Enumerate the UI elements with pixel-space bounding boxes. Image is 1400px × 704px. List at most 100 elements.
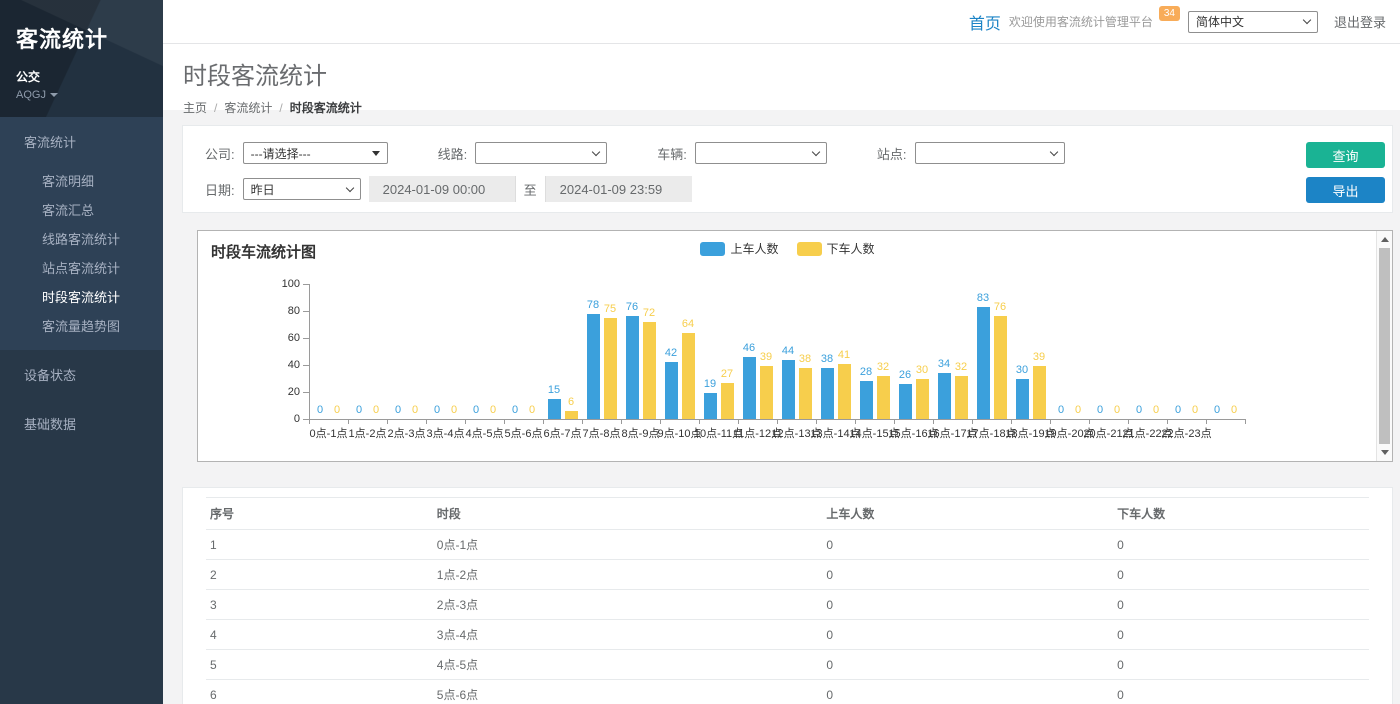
sidebar-item-基础数据[interactable]: 基础数据	[0, 399, 163, 448]
scroll-up-arrow[interactable]	[1377, 232, 1392, 247]
sidebar-subitem-线路客流统计[interactable]: 线路客流统计	[0, 224, 163, 253]
x-tick	[543, 419, 544, 424]
table-cell: 2点-3点	[433, 590, 823, 620]
bar-value-label: 0	[434, 404, 440, 416]
x-tick	[387, 419, 388, 424]
bar-value-label: 0	[356, 404, 362, 416]
sidebar-subitem-客流明细[interactable]: 客流明细	[0, 166, 163, 195]
chart-bar-上车人数	[587, 314, 600, 419]
table-cell: 0	[1113, 620, 1369, 650]
chart-bar-上车人数	[548, 399, 561, 419]
bar-value-label: 64	[682, 318, 694, 330]
y-tick	[303, 338, 309, 339]
y-tick	[303, 392, 309, 393]
table-cell: 0	[822, 680, 1113, 704]
x-tick	[972, 419, 973, 424]
x-tick-label: 2点-3点	[388, 425, 426, 441]
chart-bar-下车人数	[799, 368, 812, 419]
chart-bar-上车人数	[977, 307, 990, 419]
bar-value-label: 15	[548, 384, 560, 396]
legend-item[interactable]: 上车人数	[700, 240, 778, 257]
x-tick	[465, 419, 466, 424]
breadcrumb-section[interactable]: 客流统计	[224, 101, 272, 115]
sidebar-item-客流统计[interactable]: 客流统计	[0, 117, 163, 166]
y-tick-label: 100	[270, 278, 300, 290]
chevron-down-icon	[345, 183, 353, 191]
breadcrumb-current: 时段客流统计	[290, 101, 362, 115]
search-button[interactable]: 查询	[1306, 142, 1385, 168]
table-cell: 4点-5点	[433, 650, 823, 680]
x-tick-label: 5点-6点	[505, 425, 543, 441]
table-cell: 0	[1113, 560, 1369, 590]
station-select[interactable]	[915, 142, 1065, 164]
table-cell: 3	[206, 590, 433, 620]
chart-scrollbar[interactable]	[1376, 231, 1392, 461]
chart-bar-上车人数	[782, 360, 795, 419]
notification-badge: 34	[1159, 6, 1180, 21]
bar-value-label: 0	[1231, 404, 1237, 416]
sidebar-subitem-时段客流统计[interactable]: 时段客流统计	[0, 282, 163, 311]
sidebar-subitem-客流量趋势图[interactable]: 客流量趋势图	[0, 311, 163, 340]
bar-value-label: 30	[1016, 364, 1028, 376]
line-select[interactable]	[475, 142, 607, 164]
date-to-input[interactable]: 2024-01-09 23:59	[546, 176, 692, 202]
bar-value-label: 0	[395, 404, 401, 416]
bar-value-label: 75	[604, 303, 616, 315]
date-label: 日期:	[205, 180, 235, 199]
scrollbar-thumb[interactable]	[1379, 248, 1390, 444]
scroll-down-arrow[interactable]	[1377, 445, 1392, 460]
language-select[interactable]: 简体中文	[1188, 11, 1318, 33]
chart-bar-下车人数	[643, 322, 656, 419]
x-tick	[933, 419, 934, 424]
bar-value-label: 0	[1058, 404, 1064, 416]
table-row: 32点-3点00	[206, 590, 1369, 620]
legend-item[interactable]: 下车人数	[797, 240, 875, 257]
chart-bar-上车人数	[860, 381, 873, 419]
bar-value-label: 32	[877, 361, 889, 373]
bar-value-label: 27	[721, 368, 733, 380]
line-label: 线路:	[438, 144, 468, 163]
chart-bar-下车人数	[721, 383, 734, 419]
chart-bar-上车人数	[1016, 379, 1029, 420]
sidebar-subitem-站点客流统计[interactable]: 站点客流统计	[0, 253, 163, 282]
table-header-下车人数: 下车人数	[1113, 498, 1369, 530]
bar-value-label: 0	[412, 404, 418, 416]
user-dropdown[interactable]: AQGJ	[16, 89, 147, 101]
bar-value-label: 72	[643, 307, 655, 319]
table-cell: 0	[822, 560, 1113, 590]
table-cell: 0	[822, 620, 1113, 650]
table-cell: 6	[206, 680, 433, 704]
legend-label: 下车人数	[827, 240, 875, 257]
breadcrumb-home[interactable]: 主页	[183, 101, 207, 115]
chart-bar-下车人数	[838, 364, 851, 419]
chart-bar-下车人数	[682, 333, 695, 419]
station-label: 站点:	[877, 144, 907, 163]
x-tick	[1089, 419, 1090, 424]
sidebar-subitem-客流汇总[interactable]: 客流汇总	[0, 195, 163, 224]
company-select[interactable]: ---请选择---	[243, 142, 388, 164]
y-tick-label: 40	[270, 359, 300, 371]
table-row: 54点-5点00	[206, 650, 1369, 680]
chart-bar-下车人数	[604, 318, 617, 419]
table-cell: 2	[206, 560, 433, 590]
table-cell: 0	[1113, 680, 1369, 704]
bar-value-label: 0	[1175, 404, 1181, 416]
table-cell: 0	[1113, 530, 1369, 560]
logout-link[interactable]: 退出登录	[1334, 12, 1386, 31]
export-button[interactable]: 导出	[1306, 177, 1385, 203]
chart-bar-下车人数	[1033, 366, 1046, 419]
topbar-home-link[interactable]: 首页	[969, 10, 1001, 34]
vehicle-select[interactable]	[695, 142, 827, 164]
table-cell: 0	[822, 530, 1113, 560]
date-from-input[interactable]: 2024-01-09 00:00	[369, 176, 515, 202]
chart-bar-上车人数	[899, 384, 912, 419]
date-preset-select[interactable]: 昨日	[243, 178, 361, 200]
chart-bar-上车人数	[704, 393, 717, 419]
chart-bar-上车人数	[821, 368, 834, 419]
x-tick	[777, 419, 778, 424]
x-tick	[621, 419, 622, 424]
welcome-text: 欢迎使用客流统计管理平台	[1009, 13, 1153, 30]
x-tick	[1206, 419, 1207, 424]
chart-bar-下车人数	[994, 316, 1007, 419]
sidebar-item-设备状态[interactable]: 设备状态	[0, 350, 163, 399]
